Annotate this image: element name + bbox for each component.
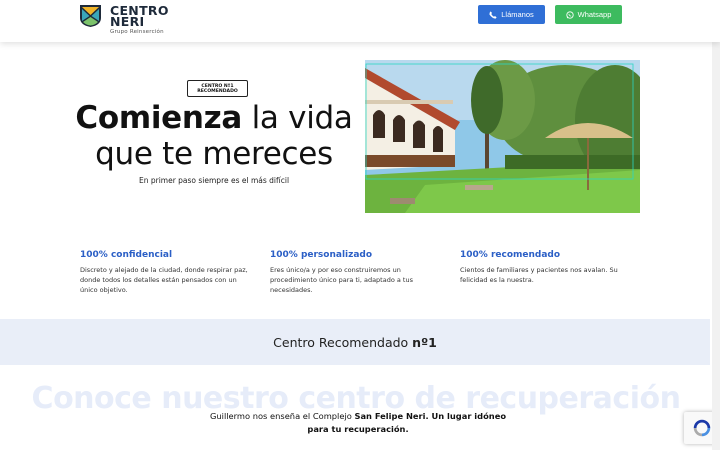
video-intro-text: Guillermo nos enseña el Complejo San Fel…: [200, 410, 516, 436]
hero-title-bold: Comienza: [75, 100, 243, 136]
feature-recommended: 100% recomendado Cientos de familiares y…: [460, 250, 630, 285]
video-intro-regular: Guillermo nos enseña el Complejo: [209, 411, 352, 421]
feature-title: 100% confidencial: [80, 250, 173, 260]
hero-title: Comienza la vida que te mereces: [64, 100, 364, 172]
hero-subtitle: En primer paso siempre es el más difícil: [138, 176, 290, 185]
phone-icon: [489, 10, 497, 19]
band-text-bold: nº1: [412, 335, 437, 350]
feature-confidential: 100% confidencial Discreto y alejado de …: [80, 250, 250, 295]
feature-text: Cientos de familiares y pacientes nos av…: [460, 266, 618, 284]
logo-name: CENTRO NERI: [110, 3, 169, 29]
recommended-band-text: Centro Recomendado nº1: [0, 335, 710, 350]
whatsapp-icon: [565, 10, 574, 19]
site-header: CENTRO NERI Grupo Reinserción Llámanos W…: [0, 0, 720, 42]
feature-personalized: 100% personalizado Eres único/a y por es…: [270, 250, 440, 295]
feature-title: 100% recomendado: [460, 250, 561, 260]
call-button[interactable]: Llámanos: [478, 5, 545, 24]
hero-title-line2: que te mereces: [95, 136, 333, 172]
logo[interactable]: CENTRO NERI Grupo Reinserción: [80, 3, 170, 36]
recommended-badge: CENTRO Nº1 RECOMENDADO: [187, 80, 248, 97]
feature-text: Eres único/a y por eso construiremos un …: [270, 266, 413, 294]
call-button-label: Llámanos: [501, 10, 534, 19]
recaptcha-icon: [693, 419, 711, 437]
feature-text: Discreto y alejado de la ciudad, donde r…: [80, 266, 248, 294]
band-text-regular: Centro Recomendado: [273, 335, 409, 350]
logo-tagline: Grupo Reinserción: [110, 29, 164, 35]
hero-photo: [365, 60, 640, 213]
whatsapp-button-label: Whatsapp: [577, 10, 612, 19]
hero-title-rest: la vida: [251, 100, 353, 136]
badge-line-2: RECOMENDADO: [197, 89, 238, 94]
feature-title: 100% personalizado: [270, 250, 373, 260]
scrollbar[interactable]: [712, 42, 720, 450]
whatsapp-button[interactable]: Whatsapp: [555, 5, 622, 24]
logo-shield-icon: [80, 5, 101, 27]
